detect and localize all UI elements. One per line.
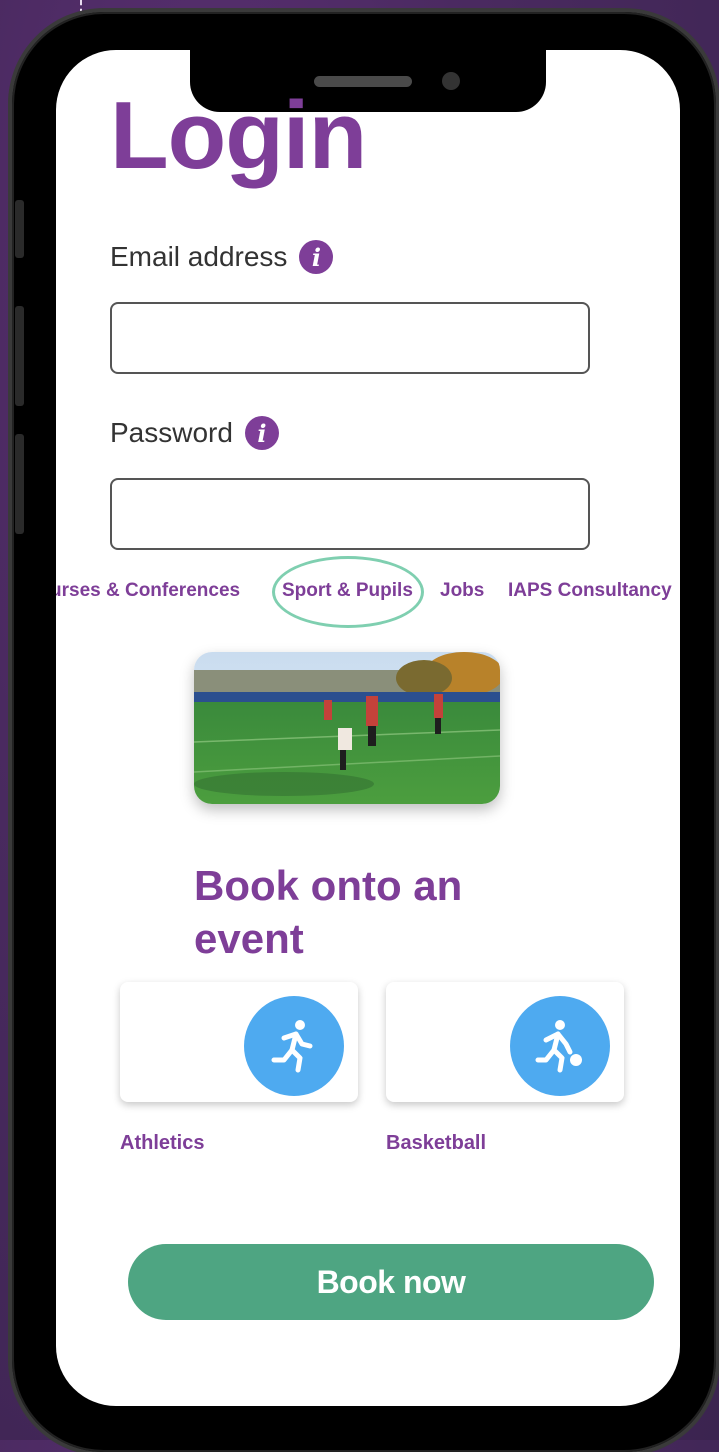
- email-label: Email address i: [110, 240, 334, 274]
- password-label-text: Password: [110, 417, 233, 448]
- basketball-player-icon: [510, 996, 610, 1096]
- event-label-basketball[interactable]: Basketball: [386, 1132, 486, 1155]
- event-card-athletics[interactable]: [120, 982, 358, 1102]
- camera-icon: [442, 72, 460, 90]
- info-icon[interactable]: i: [299, 240, 334, 274]
- password-label: Password i: [110, 416, 279, 450]
- phone-screen: Login Email address i Password i urses &…: [56, 50, 680, 1406]
- password-field[interactable]: [110, 478, 590, 550]
- email-field[interactable]: [110, 302, 590, 374]
- volume-up-button: [15, 306, 24, 406]
- book-now-button[interactable]: Book now: [128, 1244, 654, 1320]
- nav-item-sport-pupils[interactable]: Sport & Pupils: [282, 580, 413, 602]
- phone-frame: Login Email address i Password i urses &…: [12, 12, 716, 1452]
- mute-switch: [15, 200, 24, 258]
- info-icon[interactable]: i: [244, 416, 279, 450]
- email-label-text: Email address: [110, 241, 288, 272]
- nav-item-iaps-consultancy[interactable]: IAPS Consultancy: [508, 580, 672, 602]
- events-heading: Book onto an event: [194, 862, 463, 962]
- hockey-match-image: [194, 652, 500, 804]
- background-decoration: [80, 0, 82, 14]
- nav-item-courses-conferences[interactable]: urses & Conferences: [56, 580, 240, 602]
- volume-down-button: [15, 434, 24, 534]
- running-person-icon: [244, 996, 344, 1096]
- nav-item-jobs[interactable]: Jobs: [440, 580, 484, 602]
- event-label-athletics[interactable]: Athletics: [120, 1132, 204, 1155]
- event-card-basketball[interactable]: [386, 982, 624, 1102]
- page-title: Login: [110, 82, 367, 189]
